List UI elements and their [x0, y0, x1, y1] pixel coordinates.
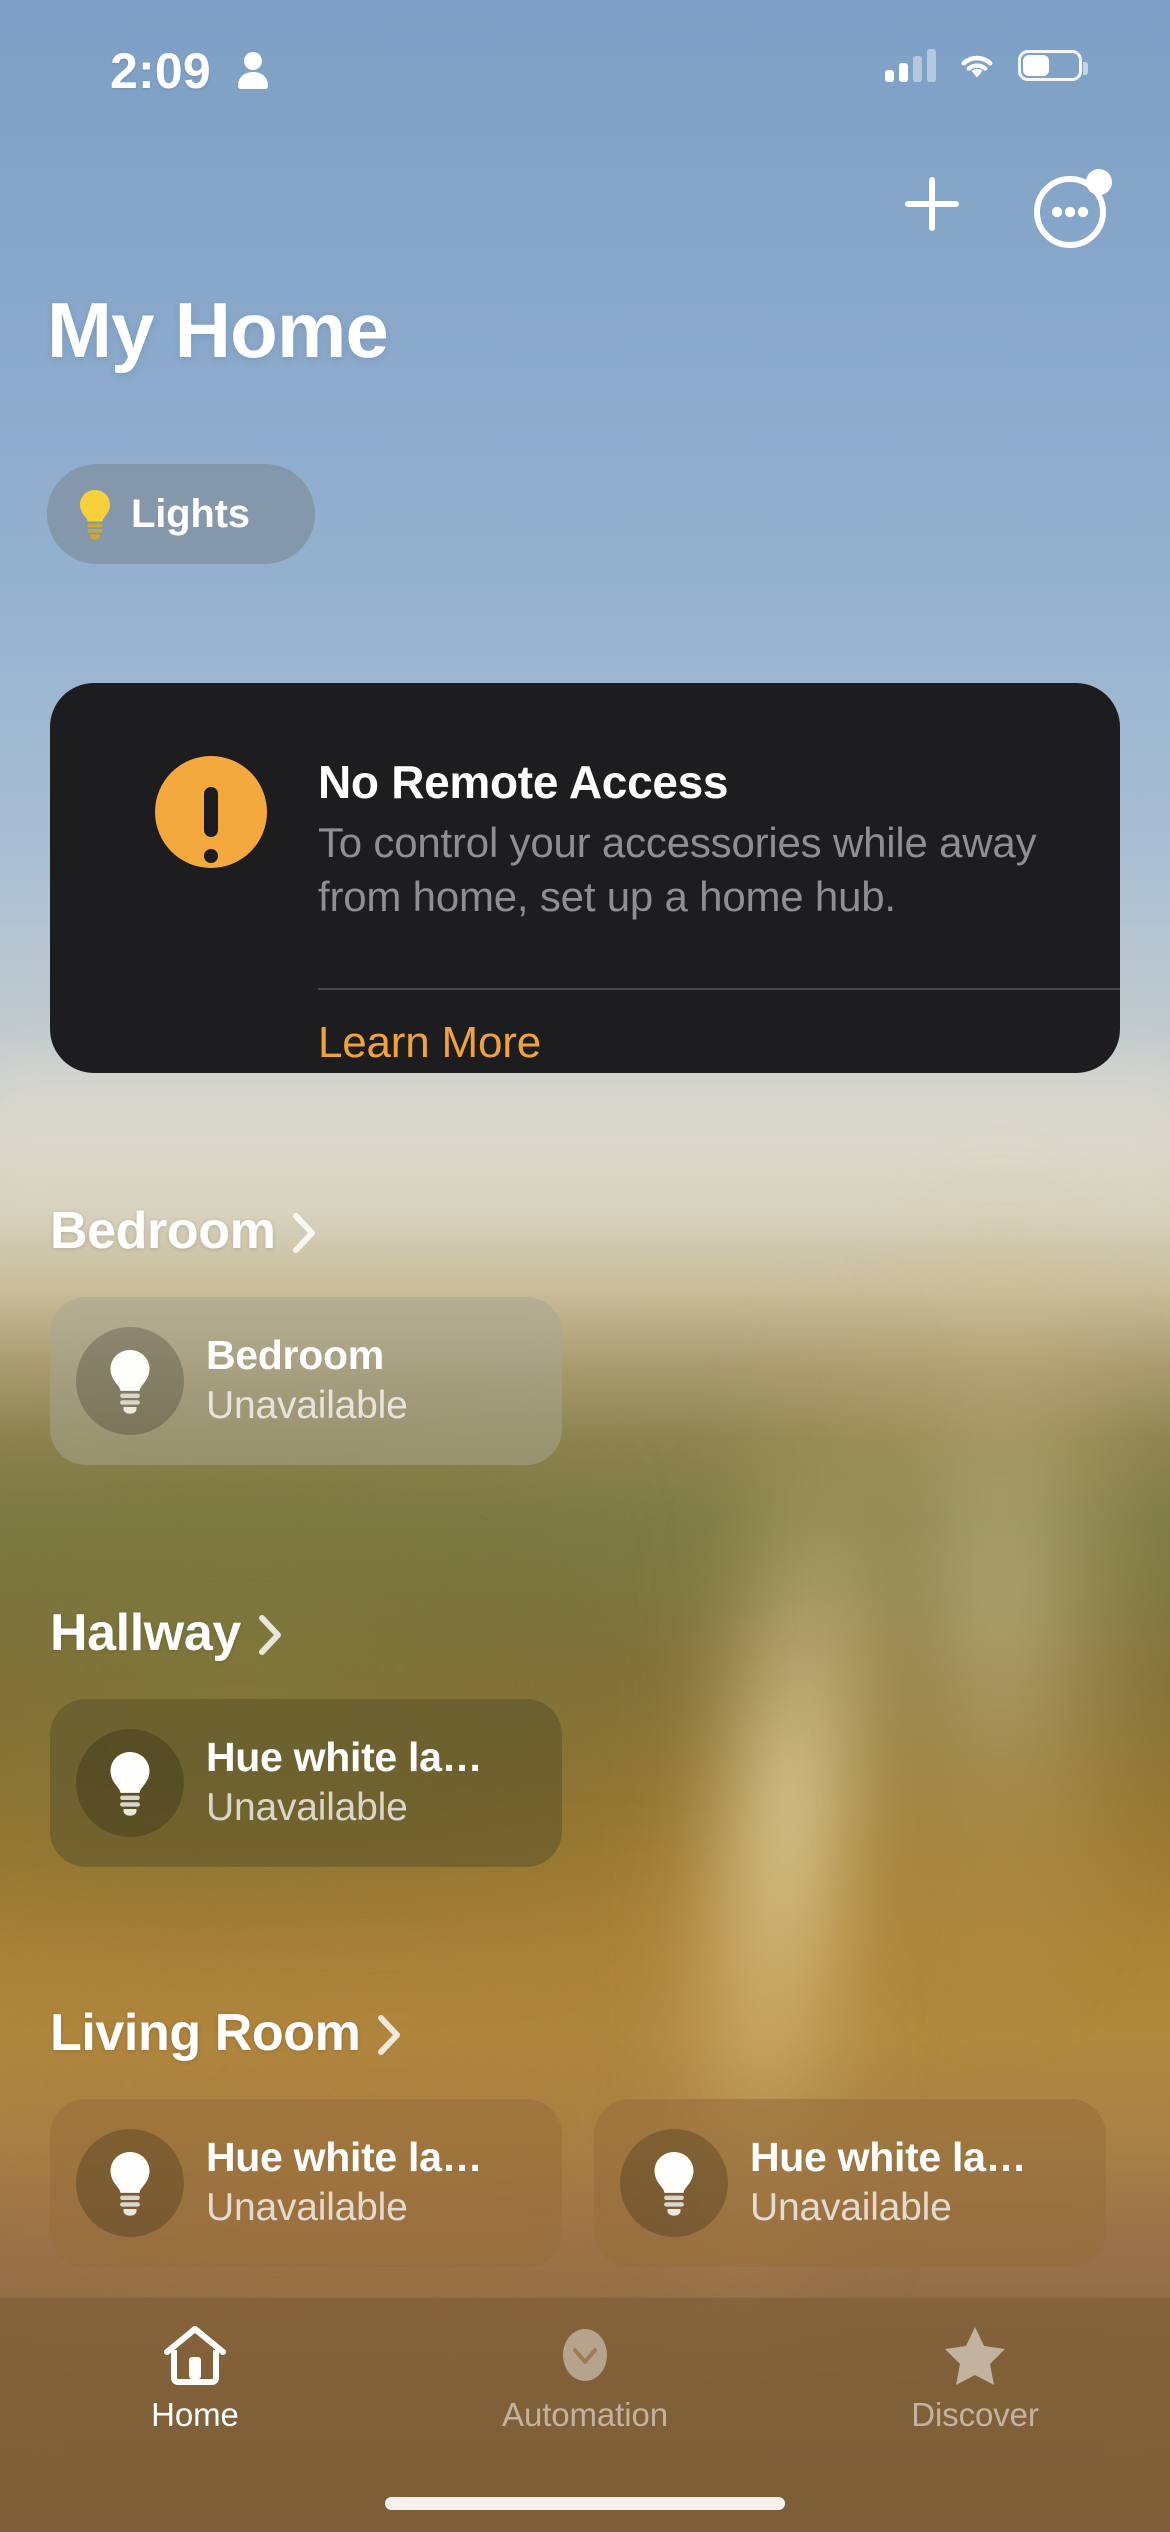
accessory-tiles: Hue white la… Unavailable Hue white la… …: [0, 2099, 1170, 2267]
accessory-tile[interactable]: Bedroom Unavailable: [50, 1297, 562, 1465]
person-icon: [238, 52, 268, 89]
accessory-status: Unavailable: [206, 1785, 408, 1829]
status-bar-time: 2:09: [110, 43, 211, 99]
room-section-bedroom: Bedroom Bedroom Unavailable: [0, 1198, 1170, 1465]
accessory-name: Hue white la…: [750, 2133, 1027, 2180]
accessory-icon-circle: [76, 1327, 184, 1435]
learn-more-link[interactable]: Learn More: [318, 1018, 541, 1068]
room-header-hallway[interactable]: Hallway: [0, 1600, 1170, 1666]
room-title: Hallway: [50, 1604, 241, 1662]
add-button[interactable]: [890, 162, 974, 246]
ellipsis-circle-icon: [1034, 169, 1112, 248]
accessory-tile[interactable]: Hue white la… Unavailable: [50, 2099, 562, 2267]
accessory-name: Hue white la…: [206, 2133, 483, 2180]
home-app-screen: 2:09 My Home Lights No Remote Access To …: [0, 0, 1170, 2532]
accessory-text: Hue white la… Unavailable: [206, 1733, 483, 1832]
accessory-icon-circle: [76, 1729, 184, 1837]
accessory-tiles: Bedroom Unavailable: [0, 1297, 1170, 1465]
room-section-living-room: Living Room Hue white la… Unavailable Hu…: [0, 2000, 1170, 2267]
filter-chip-label: Lights: [131, 491, 250, 536]
no-remote-access-card[interactable]: No Remote Access To control your accesso…: [50, 683, 1120, 1073]
accessory-tiles: Hue white la… Unavailable: [0, 1699, 1170, 1867]
plus-icon: [905, 177, 959, 231]
tab-home[interactable]: Home: [0, 2298, 390, 2434]
wifi-icon: [961, 55, 993, 78]
star-icon: [942, 2324, 1008, 2386]
battery-icon: [1018, 49, 1088, 81]
accessory-tile[interactable]: Hue white la… Unavailable: [594, 2099, 1106, 2267]
house-icon: [161, 2324, 229, 2386]
alert-title: No Remote Access: [318, 756, 729, 808]
status-bar-indicators: [885, 48, 1088, 82]
lightbulb-icon: [80, 490, 110, 540]
alert-body: To control your accessories while away f…: [318, 819, 1037, 920]
page-title: My Home: [47, 286, 389, 374]
room-header-living-room[interactable]: Living Room: [0, 2000, 1170, 2066]
accessory-text: Bedroom Unavailable: [206, 1331, 408, 1430]
room-title: Living Room: [50, 2004, 361, 2062]
lightbulb-icon: [110, 1350, 150, 1414]
navigation-bar: [0, 150, 1170, 260]
accessory-icon-circle: [76, 2129, 184, 2237]
accessory-text: Hue white la… Unavailable: [750, 2133, 1027, 2232]
checkmark-oval-icon: [554, 2324, 616, 2386]
tab-automation-label: Automation: [502, 2396, 668, 2433]
accessory-status: Unavailable: [206, 2185, 408, 2229]
room-section-hallway: Hallway Hue white la… Unavailable: [0, 1600, 1170, 1867]
lightbulb-icon: [110, 2152, 150, 2216]
chevron-right-icon: [258, 1615, 281, 1655]
status-bar: 2:09: [0, 0, 1170, 130]
room-title: Bedroom: [50, 1202, 276, 1260]
tab-discover[interactable]: Discover: [780, 2298, 1170, 2434]
filter-chip-lights[interactable]: Lights: [47, 464, 315, 564]
more-options-button[interactable]: [1028, 162, 1120, 254]
home-indicator[interactable]: [385, 2497, 785, 2510]
accessory-status: Unavailable: [206, 1383, 408, 1427]
lightbulb-icon: [654, 2152, 694, 2216]
tab-home-label: Home: [151, 2396, 239, 2433]
accessory-icon-circle: [620, 2129, 728, 2237]
lightbulb-icon: [110, 1752, 150, 1816]
accessory-name: Hue white la…: [206, 1733, 483, 1780]
accessory-text: Hue white la… Unavailable: [206, 2133, 483, 2232]
accessory-status: Unavailable: [750, 2185, 952, 2229]
accessory-tile[interactable]: Hue white la… Unavailable: [50, 1699, 562, 1867]
cellular-signal-icon: [885, 48, 936, 82]
exclamation-circle-icon: [155, 756, 267, 868]
chevron-right-icon: [378, 2015, 401, 2055]
chevron-right-icon: [293, 1213, 316, 1253]
tab-discover-label: Discover: [911, 2396, 1039, 2433]
room-header-bedroom[interactable]: Bedroom: [0, 1198, 1170, 1264]
tab-automation[interactable]: Automation: [390, 2298, 780, 2434]
alert-divider: [318, 988, 1120, 990]
accessory-name: Bedroom: [206, 1331, 384, 1378]
